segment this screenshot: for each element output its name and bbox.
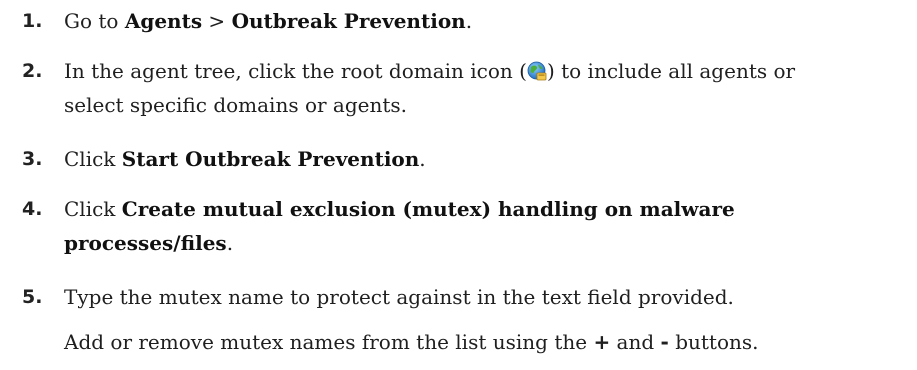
step-text-plain: Click [64,197,122,221]
option-mutex-handling: Create mutual exclusion (mutex) handling… [121,197,735,221]
step-number: 4. [22,198,43,220]
menu-outbreak-prevention: Outbreak Prevention [231,9,466,33]
step-text: In the agent tree, click the root domain… [64,54,914,122]
procedure-steps: 1. Go to Agents > Outbreak Prevention. 2… [0,0,917,370]
step-text-period: . [419,147,426,171]
note-text: Add or remove mutex names from the list … [64,330,594,354]
menu-agents: Agents [124,9,203,33]
step-text-plain: select specific domains or agents. [64,93,408,117]
step-5-note: Add or remove mutex names from the list … [64,325,759,359]
step-4: 4. Click Create mutual exclusion (mutex)… [0,192,917,264]
step-1: 1. Go to Agents > Outbreak Prevention. [0,4,917,38]
step-text-period: . [226,231,234,255]
step-text: Click Start Outbreak Prevention. [64,142,914,176]
menu-separator: > [202,9,232,33]
root-domain-globe-icon [527,57,547,81]
step-text-plain: ) to include all agents or [546,59,796,83]
step-text-plain: Go to [64,9,125,33]
step-number: 3. [22,148,43,170]
step-5: 5. Type the mutex name to protect agains… [0,280,917,314]
button-start-outbreak-prevention: Start Outbreak Prevention [121,147,420,171]
step-number: 1. [22,10,43,32]
step-text: Go to Agents > Outbreak Prevention. [64,4,914,38]
step-number: 5. [22,286,43,308]
minus-button-label: - [660,330,669,354]
step-text-plain: In the agent tree, click the root domain… [64,59,527,83]
plus-button-label: + [593,330,611,354]
step-text-period: . [465,9,473,33]
option-mutex-handling-continued: processes/files [64,231,227,255]
step-text-plain: Click [64,147,122,171]
note-text: and [610,330,661,354]
step-number: 2. [22,60,43,82]
step-text: Click Create mutual exclusion (mutex) ha… [64,192,914,260]
step-2: 2. In the agent tree, click the root dom… [0,54,917,126]
step-3: 3. Click Start Outbreak Prevention. [0,142,917,176]
step-text: Type the mutex name to protect against i… [64,285,734,309]
note-text: buttons. [668,330,759,354]
